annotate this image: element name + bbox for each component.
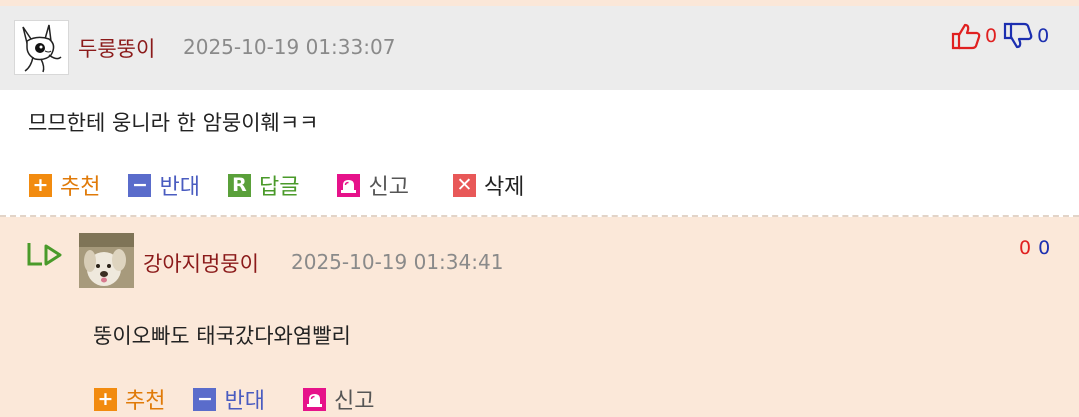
thumbs-up-icon[interactable] xyxy=(950,22,982,50)
reply-votes: 0 0 xyxy=(1019,237,1050,259)
report-label: 신고 xyxy=(333,389,375,414)
puppy-photo-avatar-image xyxy=(79,233,134,288)
avatar[interactable] xyxy=(79,233,134,288)
avatar[interactable] xyxy=(14,20,69,75)
comment-votes: 0 0 xyxy=(950,22,1049,50)
reply-actions: + 추천 − 반대 신고 xyxy=(94,383,402,415)
recommend-button[interactable]: + 추천 xyxy=(29,169,100,201)
reply-arrow-icon xyxy=(26,240,64,270)
delete-label: 삭제 xyxy=(483,175,525,200)
oppose-label: 반대 xyxy=(159,175,200,200)
siren-icon xyxy=(302,387,326,411)
comment-nickname[interactable]: 두룽뚱이 xyxy=(78,33,155,63)
recommend-button[interactable]: + 추천 xyxy=(94,383,165,415)
reply-down-count[interactable]: 0 xyxy=(1038,237,1050,259)
report-label: 신고 xyxy=(368,175,409,200)
comment-actions: + 추천 − 반대 R 답글 신고 ✕ 삭제 xyxy=(29,169,552,201)
reply-button[interactable]: R 답글 xyxy=(227,169,300,201)
reply-up-count[interactable]: 0 xyxy=(1019,237,1031,259)
comment-down-count: 0 xyxy=(1037,25,1050,47)
reply-text: 뚱이오빠도 태국갔다와염빨리 xyxy=(93,324,351,348)
plus-icon: + xyxy=(94,387,117,411)
siren-icon xyxy=(337,173,361,197)
oppose-button[interactable]: − 반대 xyxy=(128,169,200,201)
minus-icon: − xyxy=(128,173,152,197)
reply-nickname[interactable]: 강아지멍뭉이 xyxy=(143,248,259,278)
recommend-label: 추천 xyxy=(60,175,101,200)
plus-icon: + xyxy=(29,173,52,197)
reply-label: 답글 xyxy=(258,175,300,200)
oppose-label: 반대 xyxy=(224,389,265,414)
reply-icon: R xyxy=(227,173,251,197)
report-button[interactable]: 신고 xyxy=(337,169,409,201)
reply-datetime: 2025-10-19 01:34:41 xyxy=(291,250,504,274)
minus-icon: − xyxy=(193,387,217,411)
comment-header xyxy=(0,6,1079,90)
comment-datetime: 2025-10-19 01:33:07 xyxy=(183,35,396,59)
comment-up-count: 0 xyxy=(985,25,998,47)
delete-button[interactable]: ✕ 삭제 xyxy=(452,169,525,201)
recommend-label: 추천 xyxy=(125,389,166,414)
report-button[interactable]: 신고 xyxy=(302,383,375,415)
comment-text: 므므한테 웅니라 한 암뭉이훼ㅋㅋ xyxy=(28,111,319,135)
oppose-button[interactable]: − 반대 xyxy=(193,383,265,415)
close-icon: ✕ xyxy=(452,173,476,197)
thumbs-down-icon[interactable] xyxy=(1002,22,1034,50)
dog-sketch-avatar-image xyxy=(22,24,62,73)
